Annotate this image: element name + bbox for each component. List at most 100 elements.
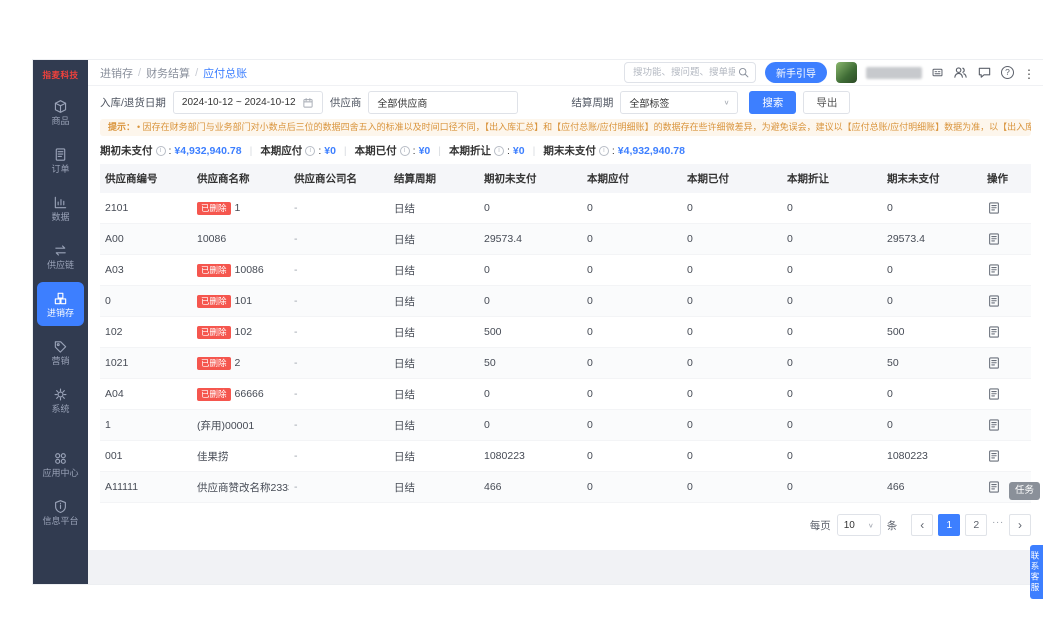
- search-button[interactable]: 搜索: [749, 91, 797, 114]
- table-row[interactable]: 2101 已删除 1- 日结 0 0 0 0 0: [100, 193, 1031, 224]
- supplier-name: 已删除 66666: [192, 387, 289, 401]
- summary-divider: |: [249, 144, 253, 157]
- summary-item: 本期折让:¥0: [449, 143, 525, 158]
- supplier-company: -: [294, 326, 298, 338]
- messages-icon[interactable]: [977, 65, 992, 80]
- task-tag[interactable]: 任务: [1008, 482, 1040, 500]
- closing-unpaid: 29573.4: [887, 233, 925, 245]
- summary-value: ¥4,932,940.78: [617, 144, 685, 157]
- closing-unpaid: 466: [887, 481, 905, 493]
- column-header: 本期应付: [587, 173, 629, 185]
- page-ellipsis[interactable]: ...: [992, 514, 1004, 536]
- summary-label: 本期应付: [260, 145, 303, 157]
- supplier-company: -: [294, 419, 298, 431]
- table-row[interactable]: A03 已删除 10086- 日结 0 0 0 0 0: [100, 255, 1031, 286]
- view-bill-icon[interactable]: [987, 356, 1001, 370]
- table-row[interactable]: 001 佳果捞 - 日结 1080223 0 0 0 1080223: [100, 441, 1031, 472]
- row-actions: [982, 356, 1031, 370]
- settle-cycle: 日结: [394, 419, 415, 432]
- search-input[interactable]: [633, 67, 735, 78]
- breadcrumb-level2[interactable]: 财务结算: [146, 65, 190, 81]
- summary-label: 期初未支付: [100, 145, 153, 157]
- sidebar-item-goods[interactable]: 商品: [37, 90, 84, 134]
- notice-bar: 提示： • 因存在财务部门与业务部门对小数点后三位的数据四舍五入的标准以及时间口径…: [100, 119, 1031, 136]
- more-icon[interactable]: [1023, 65, 1031, 80]
- sidebar-item-marketing[interactable]: 营销: [37, 330, 84, 374]
- sidebar-item-orders[interactable]: 订单: [37, 138, 84, 182]
- summary-divider: |: [532, 144, 536, 157]
- chevron-down-icon: ∨: [723, 98, 730, 107]
- breadcrumb-level1[interactable]: 进销存: [100, 65, 133, 81]
- table-row[interactable]: 0 已删除 101- 日结 0 0 0 0 0: [100, 286, 1031, 317]
- cycle-select[interactable]: 全部标签 ∨: [620, 91, 739, 114]
- closing-unpaid: 0: [887, 295, 893, 307]
- deleted-badge: 已删除: [197, 387, 231, 401]
- info-icon[interactable]: [155, 145, 166, 156]
- view-bill-icon[interactable]: [987, 480, 1001, 494]
- supplier-company: -: [294, 357, 298, 369]
- sidebar-item-supply-chain[interactable]: 供应链: [37, 234, 84, 278]
- sidebar-item-system[interactable]: 系统: [37, 378, 84, 422]
- view-bill-icon[interactable]: [987, 232, 1001, 246]
- deleted-badge: 已删除: [197, 201, 231, 215]
- global-search[interactable]: [624, 62, 756, 83]
- info-icon[interactable]: [494, 145, 504, 156]
- table-row[interactable]: A00 10086 - 日结 29573.4 0 0 0 29573.4: [100, 224, 1031, 255]
- view-bill-icon[interactable]: [987, 201, 1001, 215]
- period-paid: 0: [687, 295, 693, 307]
- table-row[interactable]: 1021 已删除 2- 日结 50 0 0 0 50: [100, 348, 1031, 379]
- period-paid: 0: [687, 326, 693, 338]
- view-bill-icon[interactable]: [987, 325, 1001, 339]
- account-badge-icon[interactable]: [931, 66, 944, 79]
- export-button[interactable]: 导出: [803, 91, 851, 114]
- help-icon[interactable]: [1001, 66, 1014, 79]
- opening-unpaid: 0: [484, 264, 490, 276]
- view-bill-icon[interactable]: [987, 418, 1001, 432]
- sidebar-item-data[interactable]: 数据: [37, 186, 84, 230]
- summary-divider: |: [438, 144, 441, 157]
- supplier-code: 2101: [105, 202, 129, 214]
- prev-page-button[interactable]: [911, 514, 934, 536]
- page-button[interactable]: 2: [965, 514, 988, 536]
- sidebar-item-inventory[interactable]: 进销存: [37, 282, 84, 326]
- view-bill-icon[interactable]: [987, 387, 1001, 401]
- supplier-code: 1: [105, 419, 111, 431]
- supplier-code: 001: [105, 450, 123, 462]
- table-row[interactable]: 102 已删除 102- 日结 500 0 0 0 500: [100, 317, 1031, 348]
- avatar[interactable]: [836, 62, 857, 83]
- info-icon[interactable]: [598, 145, 609, 156]
- contact-service-tab[interactable]: 联系客服: [1030, 545, 1043, 599]
- period-discount: 0: [787, 202, 793, 214]
- deleted-badge: 已删除: [197, 325, 231, 339]
- per-page-select[interactable]: 10 ∨: [836, 514, 881, 536]
- table-row[interactable]: A11111 供应商赞改名称2333- 日结 466 0 0 0 466: [100, 472, 1031, 503]
- column-header: 操作: [987, 173, 1008, 185]
- goods-icon: [53, 99, 68, 114]
- username-redacted: [866, 66, 922, 79]
- info-icon[interactable]: [305, 145, 316, 156]
- period-paid: 0: [687, 419, 693, 431]
- contacts-icon[interactable]: [953, 65, 968, 80]
- column-header: 结算周期: [394, 173, 436, 185]
- search-icon[interactable]: [737, 66, 750, 79]
- table-row[interactable]: A04 已删除 66666- 日结 0 0 0 0 0: [100, 379, 1031, 410]
- supplier-input[interactable]: 全部供应商: [368, 91, 519, 114]
- view-bill-icon[interactable]: [987, 449, 1001, 463]
- opening-unpaid: 0: [484, 295, 490, 307]
- date-range-input[interactable]: 2024-10-12 ~ 2024-10-12: [172, 91, 323, 114]
- period-payable: 0: [587, 357, 593, 369]
- table-row[interactable]: 1 (弃用)00001 - 日结 0 0 0 0 0: [100, 410, 1031, 441]
- next-page-button[interactable]: [1009, 514, 1031, 536]
- calendar-icon: [302, 97, 314, 109]
- period-discount: 0: [787, 264, 793, 276]
- gear-icon: [53, 387, 68, 402]
- guide-button[interactable]: 新手引导: [765, 62, 827, 83]
- view-bill-icon[interactable]: [987, 263, 1001, 277]
- sidebar-item-app-center[interactable]: 应用中心: [37, 442, 84, 486]
- info-icon[interactable]: [399, 145, 410, 156]
- view-bill-icon[interactable]: [987, 294, 1001, 308]
- settle-cycle: 日结: [394, 295, 415, 308]
- sidebar-item-info-platform[interactable]: 信息平台: [37, 490, 84, 534]
- column-header: 期末未支付: [887, 173, 940, 185]
- page-button[interactable]: 1: [938, 514, 961, 536]
